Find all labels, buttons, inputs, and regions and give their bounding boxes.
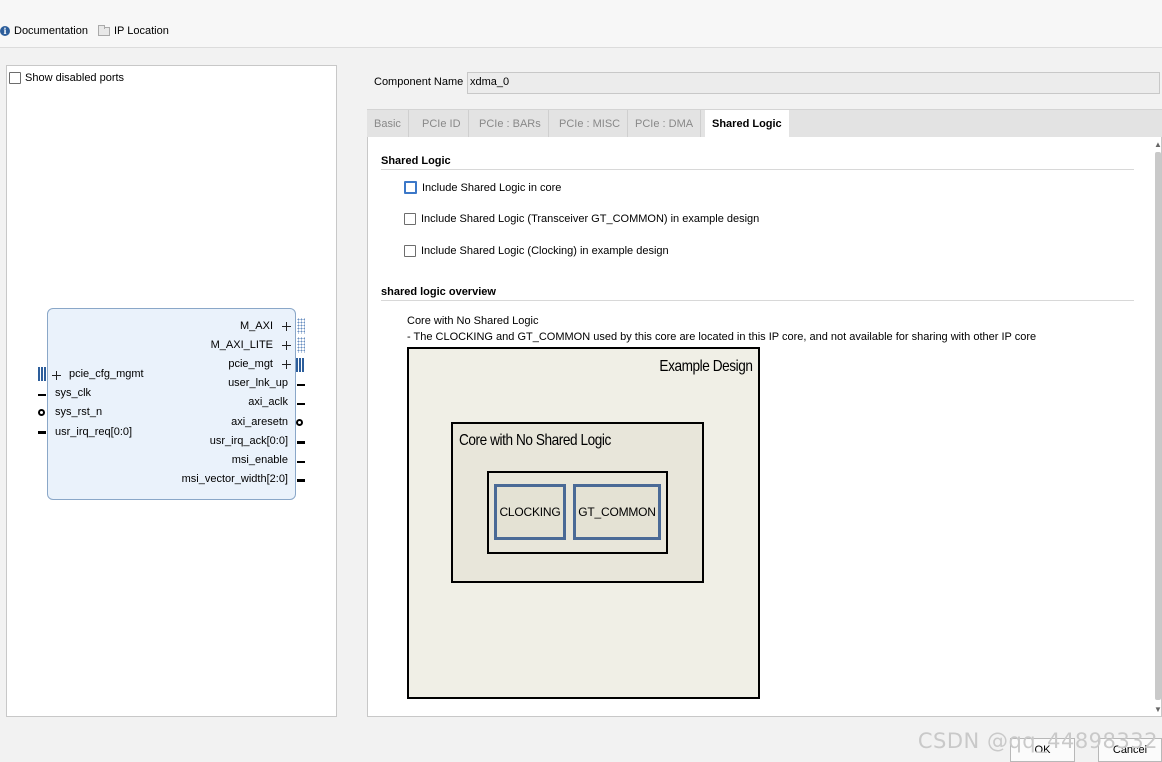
option-label: Include Shared Logic (Clocking) in examp…	[421, 245, 669, 257]
bus-interface-icon	[296, 358, 304, 372]
port-pcie-mgt: pcie_mgt	[228, 358, 273, 370]
documentation-label: Documentation	[14, 25, 88, 37]
option-label: Include Shared Logic (Transceiver GT_COM…	[421, 213, 760, 225]
tab-pcie-id[interactable]: PCIe ID	[415, 110, 469, 138]
expand-icon[interactable]	[282, 360, 291, 369]
folder-icon	[98, 24, 110, 36]
watermark: CSDN @qq_44898332	[917, 729, 1158, 753]
section-title-shared-logic: Shared Logic	[381, 155, 451, 167]
port-sys-rst-n: sys_rst_n	[55, 406, 103, 418]
overview-description-line2: - The CLOCKING and GT_COMMON used by thi…	[407, 331, 1037, 343]
port-m-axi-lite: M_AXI_LITE	[210, 339, 273, 351]
tab-pcie-dma[interactable]: PCIe : DMA	[628, 110, 702, 138]
port-pin	[297, 461, 305, 463]
scroll-up-icon[interactable]: ▲	[1154, 140, 1162, 149]
port-pin	[297, 441, 305, 444]
section-divider	[381, 300, 1134, 301]
shared-logic-clocking-checkbox[interactable]	[404, 245, 416, 257]
ip-location-menu[interactable]: IP Location	[98, 23, 169, 39]
port-pcie-cfg-mgmt: pcie_cfg_mgmt	[69, 368, 144, 380]
active-low-bubble-icon	[296, 419, 303, 426]
bus-interface-icon	[38, 367, 46, 381]
tab-pcie-bars[interactable]: PCIe : BARs	[472, 110, 549, 138]
tab-shared-logic[interactable]: Shared Logic	[705, 110, 789, 138]
top-toolbar: i Documentation IP Location	[0, 0, 1162, 48]
port-msi-enable: msi_enable	[231, 454, 288, 466]
port-pin	[38, 394, 46, 396]
port-sys-clk: sys_clk	[55, 387, 92, 399]
expand-icon[interactable]	[52, 371, 61, 380]
component-name-label: Component Name	[374, 76, 464, 88]
option-label: Include Shared Logic in core	[422, 181, 562, 194]
section-divider	[381, 169, 1134, 170]
shared-logic-in-core-checkbox[interactable]	[404, 181, 417, 194]
diagram-gt-common-box: GT_COMMON	[573, 484, 661, 540]
content-scrollbar[interactable]: ▲ ▼	[1153, 140, 1162, 716]
tab-basic[interactable]: Basic	[367, 110, 409, 138]
diagram-clocking-box: CLOCKING	[494, 484, 566, 540]
section-title-overview: shared logic overview	[381, 286, 496, 298]
documentation-menu[interactable]: i Documentation	[0, 23, 88, 39]
diagram-mid-title: Core with No Shared Logic	[459, 432, 611, 449]
expand-icon[interactable]	[282, 322, 291, 331]
show-disabled-ports-option[interactable]: Show disabled ports	[9, 72, 124, 84]
expand-icon[interactable]	[282, 341, 291, 350]
component-name-field[interactable]: xdma_0	[467, 72, 1160, 94]
active-low-bubble-icon	[38, 409, 45, 416]
option-shared-logic-clocking[interactable]: Include Shared Logic (Clocking) in examp…	[404, 245, 669, 257]
info-icon: i	[0, 26, 10, 36]
show-disabled-ports-label: Show disabled ports	[25, 72, 125, 84]
scroll-thumb[interactable]	[1155, 152, 1161, 700]
port-m-axi: M_AXI	[239, 320, 273, 332]
port-usr-irq-req: usr_irq_req[0:0]	[55, 426, 133, 438]
port-pin	[38, 431, 46, 434]
tab-pcie-misc[interactable]: PCIe : MISC	[552, 110, 629, 138]
overview-description-line1: Core with No Shared Logic	[407, 315, 539, 327]
port-pin	[297, 403, 305, 405]
shared-logic-gt-common-checkbox[interactable]	[404, 213, 416, 225]
bus-interface-icon	[297, 337, 305, 353]
ip-location-label: IP Location	[114, 25, 169, 37]
config-tabs: Basic PCIe ID PCIe : BARs PCIe : MISC PC…	[367, 109, 1162, 138]
port-pin	[297, 384, 305, 386]
option-shared-logic-in-core[interactable]: Include Shared Logic in core	[404, 181, 561, 194]
port-axi-aclk: axi_aclk	[248, 396, 288, 408]
show-disabled-ports-checkbox[interactable]	[9, 72, 21, 84]
diagram-outer-title: Example Design	[658, 358, 752, 375]
scroll-down-icon[interactable]: ▼	[1154, 705, 1162, 714]
port-pin	[297, 479, 305, 482]
bus-interface-icon	[297, 318, 305, 334]
port-msi-vector-width: msi_vector_width[2:0]	[181, 473, 288, 485]
option-shared-logic-gt-common[interactable]: Include Shared Logic (Transceiver GT_COM…	[404, 213, 759, 225]
